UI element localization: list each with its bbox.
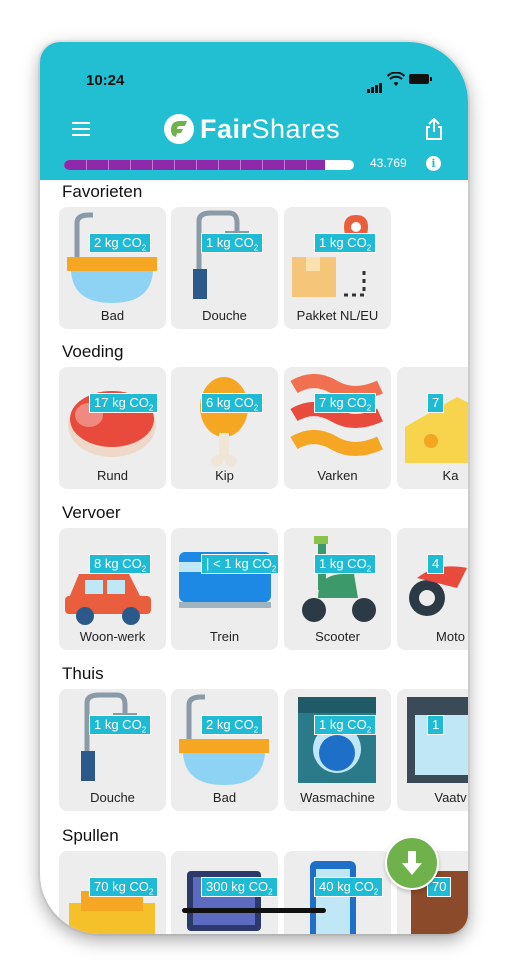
progress-segment [306,160,307,170]
progress-segment [174,160,175,170]
section-title-favorieten: Favorieten [62,182,143,201]
brand-name: FairShares [200,113,341,144]
card-label: Pakket NL/EU [296,308,379,323]
section-title-thuis: Thuis [62,664,104,683]
progress-fill [64,160,325,170]
co2-badge: 1 kg CO2 [201,233,264,253]
activity-card[interactable]: 7 kg CO2 Varken [284,367,391,489]
scroll-down-button[interactable] [385,836,439,890]
progress-segment [284,160,285,170]
co2-badge: 7 kg CO2 [314,393,377,413]
card-label: Douche [202,308,247,323]
co2-badge: 300 kg CO2 [201,877,278,897]
card-label: Varken [317,468,358,483]
co2-badge: 8 kg CO2 [89,554,152,574]
co2-score: 43.769 [370,156,407,170]
logo-icon [164,114,194,144]
co2-badge: 70 kg CO2 [89,877,159,897]
progress-segment [218,160,219,170]
activity-card[interactable]: 1 kg CO2 Douche [171,207,278,329]
progress-segment [196,160,197,170]
home-indicator[interactable] [182,908,326,913]
menu-icon[interactable] [72,122,90,136]
share-icon[interactable] [425,118,443,140]
activity-card[interactable]: 2 kg CO2 Bad [59,207,166,329]
co2-badge: 1 [427,715,445,735]
info-icon[interactable]: i [426,156,441,171]
progress-segment [86,160,87,170]
progress-segment [130,160,131,170]
co2-badge: 6 kg CO2 [201,393,264,413]
card-label: Ka [442,468,459,483]
progress-segment [152,160,153,170]
app-header: 10:24 FairShares 43.769 i [40,42,468,180]
section-title-voeding: Voeding [62,342,124,361]
card-label: Scooter [315,629,360,644]
card-label: Trein [209,629,240,644]
co2-badge: 17 kg CO2 [89,393,159,413]
activity-card[interactable]: 1 kg CO2 Douche [59,689,166,811]
activity-card[interactable]: 6 kg CO2 Kip [171,367,278,489]
activity-card[interactable]: 300 kg CO2 [171,851,278,934]
section-title-vervoer: Vervoer [62,503,121,522]
co2-badge: 2 kg CO2 [89,233,152,253]
activity-card[interactable]: 1 kg CO2 Pakket NL/EU [284,207,391,329]
activity-card[interactable]: | < 1 kg CO2 Trein [171,528,278,650]
card-label: Bad [100,308,125,323]
co2-badge: 7 [427,393,445,413]
card-label: Wasmachine [300,790,375,805]
card-label: Douche [90,790,135,805]
card-label: Woon-werk [79,629,146,644]
wifi-icon [387,72,405,86]
co2-badge: 4 [427,554,445,574]
co2-badge: 1 kg CO2 [314,233,377,253]
co2-badge: 1 kg CO2 [314,554,377,574]
status-time: 10:24 [86,72,125,89]
progress-segment [240,160,241,170]
co2-badge: 1 kg CO2 [89,715,152,735]
card-label: Rund [96,468,129,483]
co2-badge: 1 kg CO2 [314,715,377,735]
activity-card[interactable]: 1 kg CO2 Scooter [284,528,391,650]
progress-segment [108,160,109,170]
activity-card[interactable]: 70 kg CO2 [59,851,166,934]
signal-icon [367,75,383,93]
card-label: Moto [436,629,465,644]
card-label: Vaatv [434,790,467,805]
activity-card[interactable]: 1 kg CO2 Wasmachine [284,689,391,811]
section-title-spullen: Spullen [62,826,119,845]
activity-card[interactable]: 4 Moto [397,528,468,650]
activity-card[interactable]: 7 Ka [397,367,468,489]
co2-badge: 40 kg CO2 [314,877,384,897]
activity-card[interactable]: 40 kg CO2 [284,851,391,934]
card-label: Bad [212,790,237,805]
activity-card[interactable]: 1 Vaatv [397,689,468,811]
status-icons [367,72,437,93]
app-logo: FairShares [164,110,340,148]
activity-card[interactable]: 17 kg CO2 Rund [59,367,166,489]
activity-card[interactable]: 8 kg CO2 Woon-werk [59,528,166,650]
co2-badge: 2 kg CO2 [201,715,264,735]
co2-badge: | < 1 kg CO2 [201,554,278,574]
progress-segment [262,160,263,170]
card-label: Kip [215,468,234,483]
co2-progress-bar [64,160,354,170]
phone-screen: 10:24 FairShares 43.769 i Favorieten 2 kg… [40,42,468,934]
battery-icon [409,74,432,84]
activity-card[interactable]: 2 kg CO2 Bad [171,689,278,811]
